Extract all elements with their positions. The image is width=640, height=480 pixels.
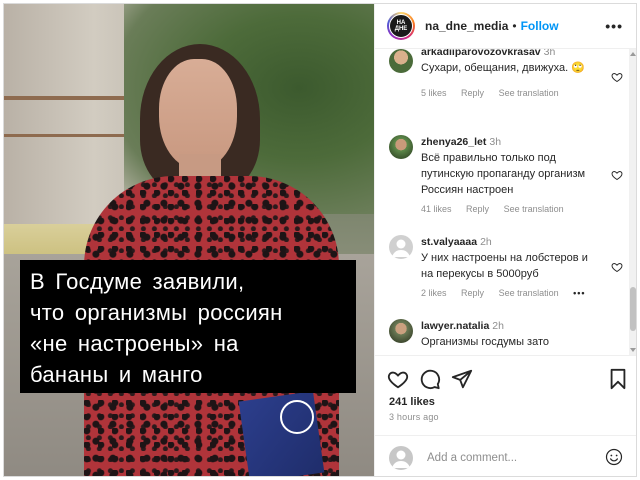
comment-time: 3h bbox=[543, 49, 556, 58]
comment-icon[interactable] bbox=[419, 368, 441, 390]
comment-time: 3h bbox=[489, 136, 502, 148]
current-user-avatar bbox=[389, 445, 413, 470]
avatar-text-bottom: ДНЕ bbox=[394, 26, 408, 32]
post-username[interactable]: na_dne_media bbox=[425, 19, 508, 33]
commenter-avatar[interactable] bbox=[389, 49, 413, 73]
comments-list[interactable]: arkadiiparovozovkrasav 3h Сухари, обещани… bbox=[375, 49, 627, 355]
comment-username[interactable]: st.valyaaaa bbox=[421, 236, 477, 248]
add-comment-bar bbox=[375, 435, 636, 476]
see-translation-link[interactable]: See translation bbox=[499, 288, 559, 298]
see-translation-link[interactable]: See translation bbox=[499, 88, 559, 98]
comment-likes[interactable]: 5 likes bbox=[421, 88, 447, 98]
comment-text: Сухари, обещания, движуха. 🙄 bbox=[421, 62, 585, 74]
comment-text: Всё правильно только под путинскую пропа… bbox=[421, 152, 586, 196]
follow-button[interactable]: Follow bbox=[521, 19, 559, 33]
scroll-down-arrow[interactable] bbox=[630, 348, 636, 352]
commenter-avatar[interactable] bbox=[389, 235, 413, 259]
comment-body: st.valyaaaa 2h У них настроены на лобстер… bbox=[421, 235, 593, 298]
comment-heart-icon[interactable] bbox=[611, 169, 623, 181]
comment-body: arkadiiparovozovkrasav 3h Сухари, обещани… bbox=[421, 49, 593, 98]
comment-username[interactable]: lawyer.natalia bbox=[421, 320, 489, 332]
comments-scrollbar[interactable] bbox=[629, 49, 636, 355]
post-time-ago: 3 hours ago bbox=[389, 412, 439, 422]
woman-face bbox=[159, 59, 237, 169]
default-avatar-icon bbox=[392, 239, 410, 257]
see-translation-link[interactable]: See translation bbox=[504, 204, 564, 214]
blue-folder bbox=[238, 391, 325, 476]
smiley-icon[interactable] bbox=[605, 448, 623, 466]
comment-heart-icon[interactable] bbox=[611, 261, 623, 273]
comment-likes[interactable]: 41 likes bbox=[421, 204, 452, 214]
paper-plane-icon[interactable] bbox=[451, 368, 473, 390]
comment-likes[interactable]: 2 likes bbox=[421, 288, 447, 298]
commenter-avatar[interactable] bbox=[389, 135, 413, 159]
caption-line: «не настроены» на bbox=[30, 331, 239, 356]
avatar-logo: НА ДНЕ bbox=[389, 14, 413, 38]
photo-caption-box: В Госдуме заявили, что организмы россиян… bbox=[20, 260, 356, 393]
post-side-panel: НА ДНЕ na_dne_media • Follow ••• arkadii… bbox=[374, 4, 636, 476]
comment-meta: 2 likes Reply See translation ••• bbox=[421, 288, 593, 298]
reply-button[interactable]: Reply bbox=[461, 88, 484, 98]
comment-username[interactable]: zhenya26_let bbox=[421, 136, 486, 148]
more-options-icon[interactable]: ••• bbox=[605, 18, 623, 34]
scrollbar-thumb[interactable] bbox=[630, 287, 636, 331]
default-avatar-icon bbox=[392, 450, 410, 468]
caption-line: бананы и манго bbox=[30, 362, 203, 387]
comment-username[interactable]: arkadiiparovozovkrasav bbox=[421, 49, 541, 58]
profile-avatar[interactable]: НА ДНЕ bbox=[387, 12, 415, 40]
comment-time: 2h bbox=[492, 320, 504, 332]
post-header: НА ДНЕ na_dne_media • Follow ••• bbox=[375, 4, 636, 49]
reply-button[interactable]: Reply bbox=[461, 288, 484, 298]
likes-count[interactable]: 241 likes bbox=[389, 396, 435, 408]
comment-meta: 5 likes Reply See translation bbox=[421, 88, 593, 98]
bookmark-icon[interactable] bbox=[607, 368, 629, 390]
caption-line: В Госдуме заявили, bbox=[30, 269, 245, 294]
separator-dot: • bbox=[512, 19, 517, 33]
add-comment-input[interactable] bbox=[425, 450, 589, 465]
comment-body: zhenya26_let 3h Всё правильно только под … bbox=[421, 135, 593, 214]
post-photo: В Госдуме заявили, что организмы россиян… bbox=[4, 4, 374, 476]
instagram-post-window: В Госдуме заявили, что организмы россиян… bbox=[3, 3, 637, 477]
commenter-avatar[interactable] bbox=[389, 319, 413, 343]
post-actions: 241 likes 3 hours ago bbox=[375, 355, 636, 436]
scroll-up-arrow[interactable] bbox=[630, 52, 636, 56]
comment-options-icon[interactable]: ••• bbox=[573, 288, 585, 298]
caption-line: что организмы россиян bbox=[30, 300, 283, 325]
comment-meta: 41 likes Reply See translation bbox=[421, 204, 593, 214]
comment-body: lawyer.natalia 2h Организмы госдумы зато … bbox=[421, 319, 593, 355]
comment-time: 2h bbox=[480, 236, 492, 248]
folder-emblem bbox=[280, 400, 314, 434]
comment-heart-icon[interactable] bbox=[611, 71, 623, 83]
comment-text: У них настроены на лобстеров и на переку… bbox=[421, 252, 588, 280]
comment-text: Организмы госдумы зато настроены о росск… bbox=[421, 336, 556, 355]
reply-button[interactable]: Reply bbox=[466, 204, 489, 214]
heart-icon[interactable] bbox=[387, 368, 409, 390]
